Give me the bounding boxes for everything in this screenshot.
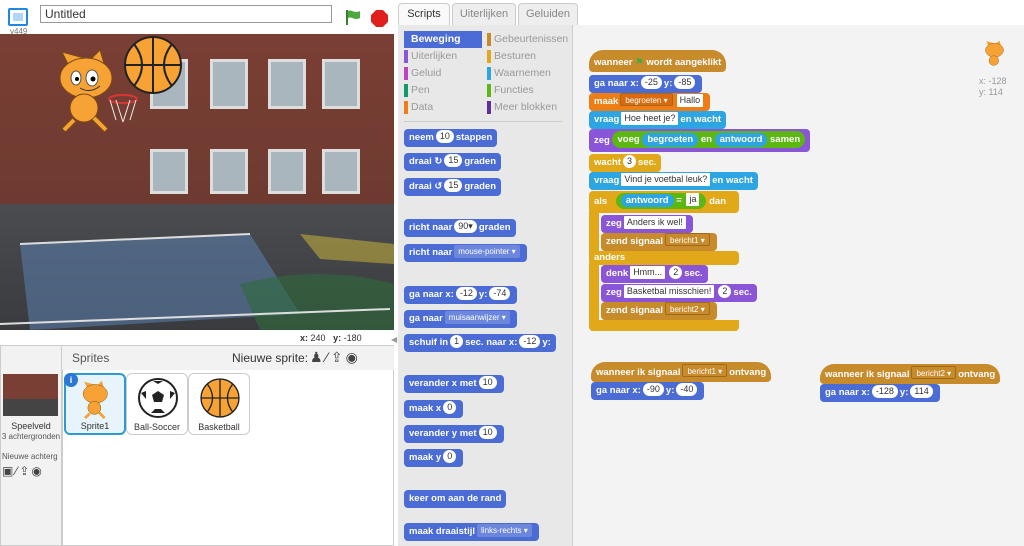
new-sprite-label: Nieuwe sprite: [232,351,309,365]
project-title-input[interactable] [40,5,332,23]
stage-backdrop-count: 3 achtergronden [1,432,61,441]
soccer-ball-icon [138,378,178,418]
block-ask-and-wait[interactable]: vraag Vind je voetbal leuk? en wacht [589,172,758,190]
block-say-secs[interactable]: zeg Basketbal misschien! 2 sec. [601,284,757,302]
block-broadcast[interactable]: zend signaal bericht2 ▾ [601,302,717,320]
stage-coordinates: x: 240 y: -180 [300,333,362,343]
block-bounce[interactable]: keer om aan de rand [404,490,507,508]
tab-sounds[interactable]: Geluiden [518,3,578,25]
category-more-blocks[interactable]: Meer blokken [487,99,573,116]
else-arm [589,263,599,321]
block-rotation-style[interactable]: maak draaistijl links-rechts ▾ [404,523,539,541]
if-else-bottom [589,320,739,331]
block-goto-xy[interactable]: ga naar x: -90 y: -40 [591,382,705,400]
block-glide[interactable]: schuif in 1 sec. naar x: -12 y: [404,334,556,352]
block-broadcast[interactable]: zend signaal bericht1 ▾ [601,233,717,251]
sprites-title: Sprites [72,351,110,365]
palette-divider [404,121,562,122]
basketball-icon [200,378,240,418]
block-when-flag-clicked[interactable]: wanneer ⚑ wordt aangeklikt [589,50,727,72]
sprite-thumb-basketball[interactable]: Basketball [188,373,250,435]
category-control[interactable]: Besturen [487,48,573,65]
fullscreen-icon[interactable] [8,8,28,26]
basketball-hoop [108,94,138,123]
stop-sign-icon[interactable] [371,10,388,27]
block-point-towards[interactable]: richt naar mouse-pointer ▾ [404,244,527,262]
basketball-sprite[interactable] [122,34,184,96]
rotate-right-icon: ↻ [434,156,443,167]
collapse-arrow-icon[interactable]: ◀ [391,335,397,344]
block-wait[interactable]: wacht 3 sec. [589,154,662,172]
block-when-receive[interactable]: wanneer ik signaal bericht1 ▾ ontvang [591,362,772,382]
category-motion[interactable]: Beweging [404,31,482,48]
sprite-thumb-sprite1[interactable]: i Sprite1 [64,373,126,435]
if-arm [589,211,599,255]
category-operators[interactable]: Functies [487,82,573,99]
block-point-direction[interactable]: richt naar 90▾ graden [404,219,516,237]
stage[interactable] [0,34,394,330]
building-window [210,149,248,194]
stage-thumbnail[interactable] [3,374,58,416]
green-flag-icon[interactable] [344,8,362,26]
block-think-secs[interactable]: denk Hmm... 2 sec. [601,265,708,283]
building-window [268,59,306,109]
block-say[interactable]: zeg Anders ik wel! [601,215,693,233]
sprite-position-readout: x: -128 y: 114 [979,76,1007,97]
category-pen[interactable]: Pen [404,82,482,99]
block-join[interactable]: voeg begroeten en antwoord samen [612,131,806,148]
category-data[interactable]: Data [404,99,482,116]
building-window [322,59,360,109]
category-sound[interactable]: Geluid [404,65,482,82]
sprite-thumb-ball-soccer[interactable]: Ball-Soccer [126,373,188,435]
stage-label: Speelveld [11,421,51,431]
cat-icon [82,380,108,420]
new-backdrop-icons[interactable]: ▣⁄⇪◉ [2,464,44,478]
cat-icon [985,40,1004,66]
category-events[interactable]: Gebeurtenissen [487,31,573,48]
building-window [322,149,360,194]
block-turn-left[interactable]: draai ↺ 15 graden [404,178,502,196]
info-icon[interactable]: i [64,373,78,387]
category-list-right: Gebeurtenissen Besturen Waarnemen Functi… [487,31,573,116]
court-lines [0,233,394,330]
block-goto-xy[interactable]: ga naar x: -128 y: 114 [820,384,940,402]
block-change-x[interactable]: verander x met 10 [404,375,504,393]
new-sprite-icons[interactable]: ♟⁄⇪◉ [310,349,361,366]
block-when-receive[interactable]: wanneer ik signaal bericht2 ▾ ontvang [820,364,1001,384]
block-if-else[interactable]: als antwoord = ja dan [589,191,739,213]
block-equals[interactable]: antwoord = ja [615,193,707,209]
category-sensing[interactable]: Waarnemen [487,65,573,82]
block-goto-xy[interactable]: ga naar x: -25 y: -85 [589,75,703,93]
tab-costumes[interactable]: Uiterlijken [452,3,516,25]
building-window [150,149,188,194]
category-list-left: Beweging Uiterlijken Geluid Pen Data [404,31,482,116]
block-turn-right[interactable]: draai ↻ 15 graden [404,153,502,171]
sprite-name: Basketball [198,422,240,432]
category-looks[interactable]: Uiterlijken [404,48,482,65]
sprite-name: Sprite1 [80,421,110,431]
block-goto[interactable]: ga naar muisaanwijzer ▾ [404,310,517,328]
block-set-variable[interactable]: maak begroeten ▾ Hallo [589,93,711,111]
tab-scripts[interactable]: Scripts [398,3,450,25]
building-window [268,149,306,194]
block-move-steps[interactable]: neem 10 stappen [404,129,498,147]
green-flag-icon: ⚑ [635,57,644,68]
sprite-name: Ball-Soccer [133,422,180,432]
block-change-y[interactable]: verander y met 10 [404,425,504,443]
new-backdrop-label: Nieuwe achterg [2,452,58,461]
else-label: anders [589,251,739,265]
building-window [210,59,248,109]
rotate-left-icon: ↺ [434,181,443,192]
block-ask-and-wait[interactable]: vraag Hoe heet je? en wacht [589,111,727,129]
block-goto-xy[interactable]: ga naar x: -12 y: -74 [404,286,518,304]
block-set-x[interactable]: maak x0 [404,400,464,418]
block-say[interactable]: zeg voeg begroeten en antwoord samen [589,129,811,152]
block-set-y[interactable]: maak y0 [404,449,464,467]
